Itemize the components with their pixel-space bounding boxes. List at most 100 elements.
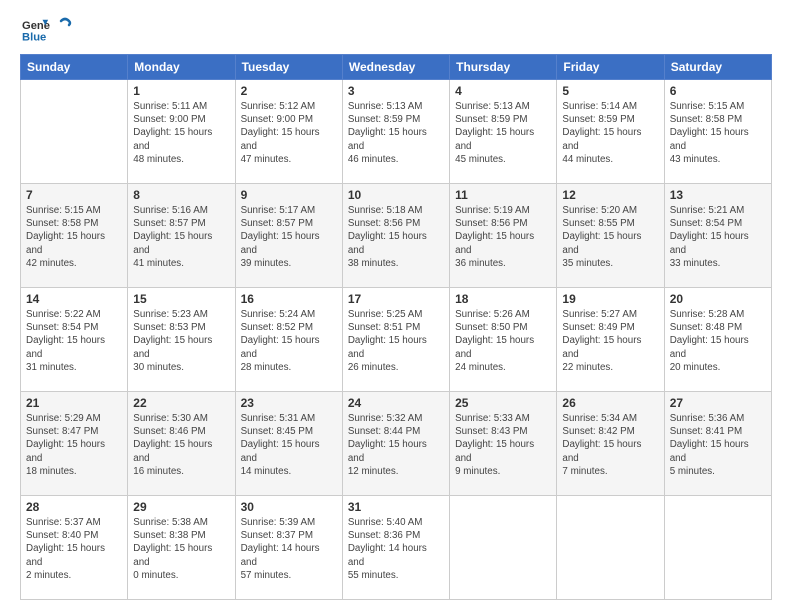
calendar-cell: 30 Sunrise: 5:39 AMSunset: 8:37 PMDayligh… bbox=[235, 496, 342, 600]
day-info: Sunrise: 5:15 AMSunset: 8:58 PMDaylight:… bbox=[670, 100, 766, 166]
col-header-thursday: Thursday bbox=[450, 55, 557, 80]
calendar-cell: 19 Sunrise: 5:27 AMSunset: 8:49 PMDayligh… bbox=[557, 288, 664, 392]
calendar-cell bbox=[664, 496, 771, 600]
day-number: 11 bbox=[455, 188, 551, 202]
day-number: 26 bbox=[562, 396, 658, 410]
day-number: 12 bbox=[562, 188, 658, 202]
calendar-cell: 24 Sunrise: 5:32 AMSunset: 8:44 PMDayligh… bbox=[342, 392, 449, 496]
col-header-saturday: Saturday bbox=[664, 55, 771, 80]
week-row: 28 Sunrise: 5:37 AMSunset: 8:40 PMDayligh… bbox=[21, 496, 772, 600]
day-number: 21 bbox=[26, 396, 122, 410]
calendar-table: SundayMondayTuesdayWednesdayThursdayFrid… bbox=[20, 54, 772, 600]
day-number: 5 bbox=[562, 84, 658, 98]
col-header-sunday: Sunday bbox=[21, 55, 128, 80]
calendar-cell: 28 Sunrise: 5:37 AMSunset: 8:40 PMDayligh… bbox=[21, 496, 128, 600]
day-info: Sunrise: 5:40 AMSunset: 8:36 PMDaylight:… bbox=[348, 516, 444, 582]
day-number: 17 bbox=[348, 292, 444, 306]
day-info: Sunrise: 5:36 AMSunset: 8:41 PMDaylight:… bbox=[670, 412, 766, 478]
calendar-cell: 6 Sunrise: 5:15 AMSunset: 8:58 PMDaylight… bbox=[664, 80, 771, 184]
day-info: Sunrise: 5:34 AMSunset: 8:42 PMDaylight:… bbox=[562, 412, 658, 478]
week-row: 14Sunrise: 5:22 AMSunset: 8:54 PMDayligh… bbox=[21, 288, 772, 392]
calendar-cell: 31 Sunrise: 5:40 AMSunset: 8:36 PMDayligh… bbox=[342, 496, 449, 600]
day-info: Sunrise: 5:23 AMSunset: 8:53 PMDaylight:… bbox=[133, 308, 229, 374]
calendar-cell: 9Sunrise: 5:17 AMSunset: 8:57 PMDaylight… bbox=[235, 184, 342, 288]
calendar-cell: 17Sunrise: 5:25 AMSunset: 8:51 PMDayligh… bbox=[342, 288, 449, 392]
col-header-friday: Friday bbox=[557, 55, 664, 80]
calendar-cell: 1 Sunrise: 5:11 AMSunset: 9:00 PMDaylight… bbox=[128, 80, 235, 184]
calendar-cell: 2 Sunrise: 5:12 AMSunset: 9:00 PMDaylight… bbox=[235, 80, 342, 184]
day-number: 24 bbox=[348, 396, 444, 410]
header: General Blue bbox=[20, 16, 772, 44]
calendar-cell: 16 Sunrise: 5:24 AMSunset: 8:52 PMDayligh… bbox=[235, 288, 342, 392]
logo: General Blue bbox=[20, 16, 73, 44]
calendar-cell bbox=[557, 496, 664, 600]
day-number: 28 bbox=[26, 500, 122, 514]
day-number: 6 bbox=[670, 84, 766, 98]
day-number: 31 bbox=[348, 500, 444, 514]
calendar-cell: 18Sunrise: 5:26 AMSunset: 8:50 PMDayligh… bbox=[450, 288, 557, 392]
svg-text:Blue: Blue bbox=[22, 31, 46, 43]
day-info: Sunrise: 5:26 AMSunset: 8:50 PMDaylight:… bbox=[455, 308, 551, 374]
calendar-cell: 20 Sunrise: 5:28 AMSunset: 8:48 PMDayligh… bbox=[664, 288, 771, 392]
day-info: Sunrise: 5:27 AMSunset: 8:49 PMDaylight:… bbox=[562, 308, 658, 374]
day-number: 8 bbox=[133, 188, 229, 202]
day-info: Sunrise: 5:30 AMSunset: 8:46 PMDaylight:… bbox=[133, 412, 229, 478]
day-number: 19 bbox=[562, 292, 658, 306]
day-info: Sunrise: 5:12 AMSunset: 9:00 PMDaylight:… bbox=[241, 100, 337, 166]
day-info: Sunrise: 5:14 AMSunset: 8:59 PMDaylight:… bbox=[562, 100, 658, 166]
day-info: Sunrise: 5:39 AMSunset: 8:37 PMDaylight:… bbox=[241, 516, 337, 582]
day-info: Sunrise: 5:17 AMSunset: 8:57 PMDaylight:… bbox=[241, 204, 337, 270]
calendar-cell: 15 Sunrise: 5:23 AMSunset: 8:53 PMDayligh… bbox=[128, 288, 235, 392]
day-info: Sunrise: 5:33 AMSunset: 8:43 PMDaylight:… bbox=[455, 412, 551, 478]
day-info: Sunrise: 5:22 AMSunset: 8:54 PMDaylight:… bbox=[26, 308, 122, 374]
day-number: 1 bbox=[133, 84, 229, 98]
calendar-cell: 14Sunrise: 5:22 AMSunset: 8:54 PMDayligh… bbox=[21, 288, 128, 392]
day-info: Sunrise: 5:13 AMSunset: 8:59 PMDaylight:… bbox=[455, 100, 551, 166]
day-number: 23 bbox=[241, 396, 337, 410]
day-number: 13 bbox=[670, 188, 766, 202]
day-info: Sunrise: 5:37 AMSunset: 8:40 PMDaylight:… bbox=[26, 516, 122, 582]
day-info: Sunrise: 5:31 AMSunset: 8:45 PMDaylight:… bbox=[241, 412, 337, 478]
day-number: 16 bbox=[241, 292, 337, 306]
day-number: 7 bbox=[26, 188, 122, 202]
calendar-cell: 21Sunrise: 5:29 AMSunset: 8:47 PMDayligh… bbox=[21, 392, 128, 496]
day-info: Sunrise: 5:19 AMSunset: 8:56 PMDaylight:… bbox=[455, 204, 551, 270]
day-number: 30 bbox=[241, 500, 337, 514]
calendar-page: General Blue SundayMondayTuesdayWednesda… bbox=[0, 0, 792, 612]
day-info: Sunrise: 5:28 AMSunset: 8:48 PMDaylight:… bbox=[670, 308, 766, 374]
day-number: 29 bbox=[133, 500, 229, 514]
day-number: 3 bbox=[348, 84, 444, 98]
day-number: 25 bbox=[455, 396, 551, 410]
day-number: 22 bbox=[133, 396, 229, 410]
day-info: Sunrise: 5:16 AMSunset: 8:57 PMDaylight:… bbox=[133, 204, 229, 270]
day-number: 2 bbox=[241, 84, 337, 98]
day-info: Sunrise: 5:38 AMSunset: 8:38 PMDaylight:… bbox=[133, 516, 229, 582]
day-number: 20 bbox=[670, 292, 766, 306]
calendar-cell: 10Sunrise: 5:18 AMSunset: 8:56 PMDayligh… bbox=[342, 184, 449, 288]
day-info: Sunrise: 5:13 AMSunset: 8:59 PMDaylight:… bbox=[348, 100, 444, 166]
calendar-cell: 4 Sunrise: 5:13 AMSunset: 8:59 PMDaylight… bbox=[450, 80, 557, 184]
calendar-cell: 22 Sunrise: 5:30 AMSunset: 8:46 PMDayligh… bbox=[128, 392, 235, 496]
calendar-cell: 29 Sunrise: 5:38 AMSunset: 8:38 PMDayligh… bbox=[128, 496, 235, 600]
calendar-cell bbox=[450, 496, 557, 600]
calendar-cell: 12 Sunrise: 5:20 AMSunset: 8:55 PMDayligh… bbox=[557, 184, 664, 288]
day-number: 27 bbox=[670, 396, 766, 410]
day-info: Sunrise: 5:21 AMSunset: 8:54 PMDaylight:… bbox=[670, 204, 766, 270]
day-info: Sunrise: 5:20 AMSunset: 8:55 PMDaylight:… bbox=[562, 204, 658, 270]
day-number: 10 bbox=[348, 188, 444, 202]
calendar-cell: 5 Sunrise: 5:14 AMSunset: 8:59 PMDaylight… bbox=[557, 80, 664, 184]
calendar-cell: 25 Sunrise: 5:33 AMSunset: 8:43 PMDayligh… bbox=[450, 392, 557, 496]
day-info: Sunrise: 5:32 AMSunset: 8:44 PMDaylight:… bbox=[348, 412, 444, 478]
calendar-cell: 13 Sunrise: 5:21 AMSunset: 8:54 PMDayligh… bbox=[664, 184, 771, 288]
day-info: Sunrise: 5:11 AMSunset: 9:00 PMDaylight:… bbox=[133, 100, 229, 166]
calendar-cell: 27 Sunrise: 5:36 AMSunset: 8:41 PMDayligh… bbox=[664, 392, 771, 496]
day-number: 15 bbox=[133, 292, 229, 306]
day-number: 4 bbox=[455, 84, 551, 98]
calendar-cell: 8 Sunrise: 5:16 AMSunset: 8:57 PMDaylight… bbox=[128, 184, 235, 288]
day-info: Sunrise: 5:24 AMSunset: 8:52 PMDaylight:… bbox=[241, 308, 337, 374]
logo-wave-icon bbox=[51, 15, 73, 37]
calendar-cell: 26 Sunrise: 5:34 AMSunset: 8:42 PMDayligh… bbox=[557, 392, 664, 496]
calendar-cell bbox=[21, 80, 128, 184]
week-row: 1 Sunrise: 5:11 AMSunset: 9:00 PMDaylight… bbox=[21, 80, 772, 184]
calendar-cell: 3 Sunrise: 5:13 AMSunset: 8:59 PMDaylight… bbox=[342, 80, 449, 184]
